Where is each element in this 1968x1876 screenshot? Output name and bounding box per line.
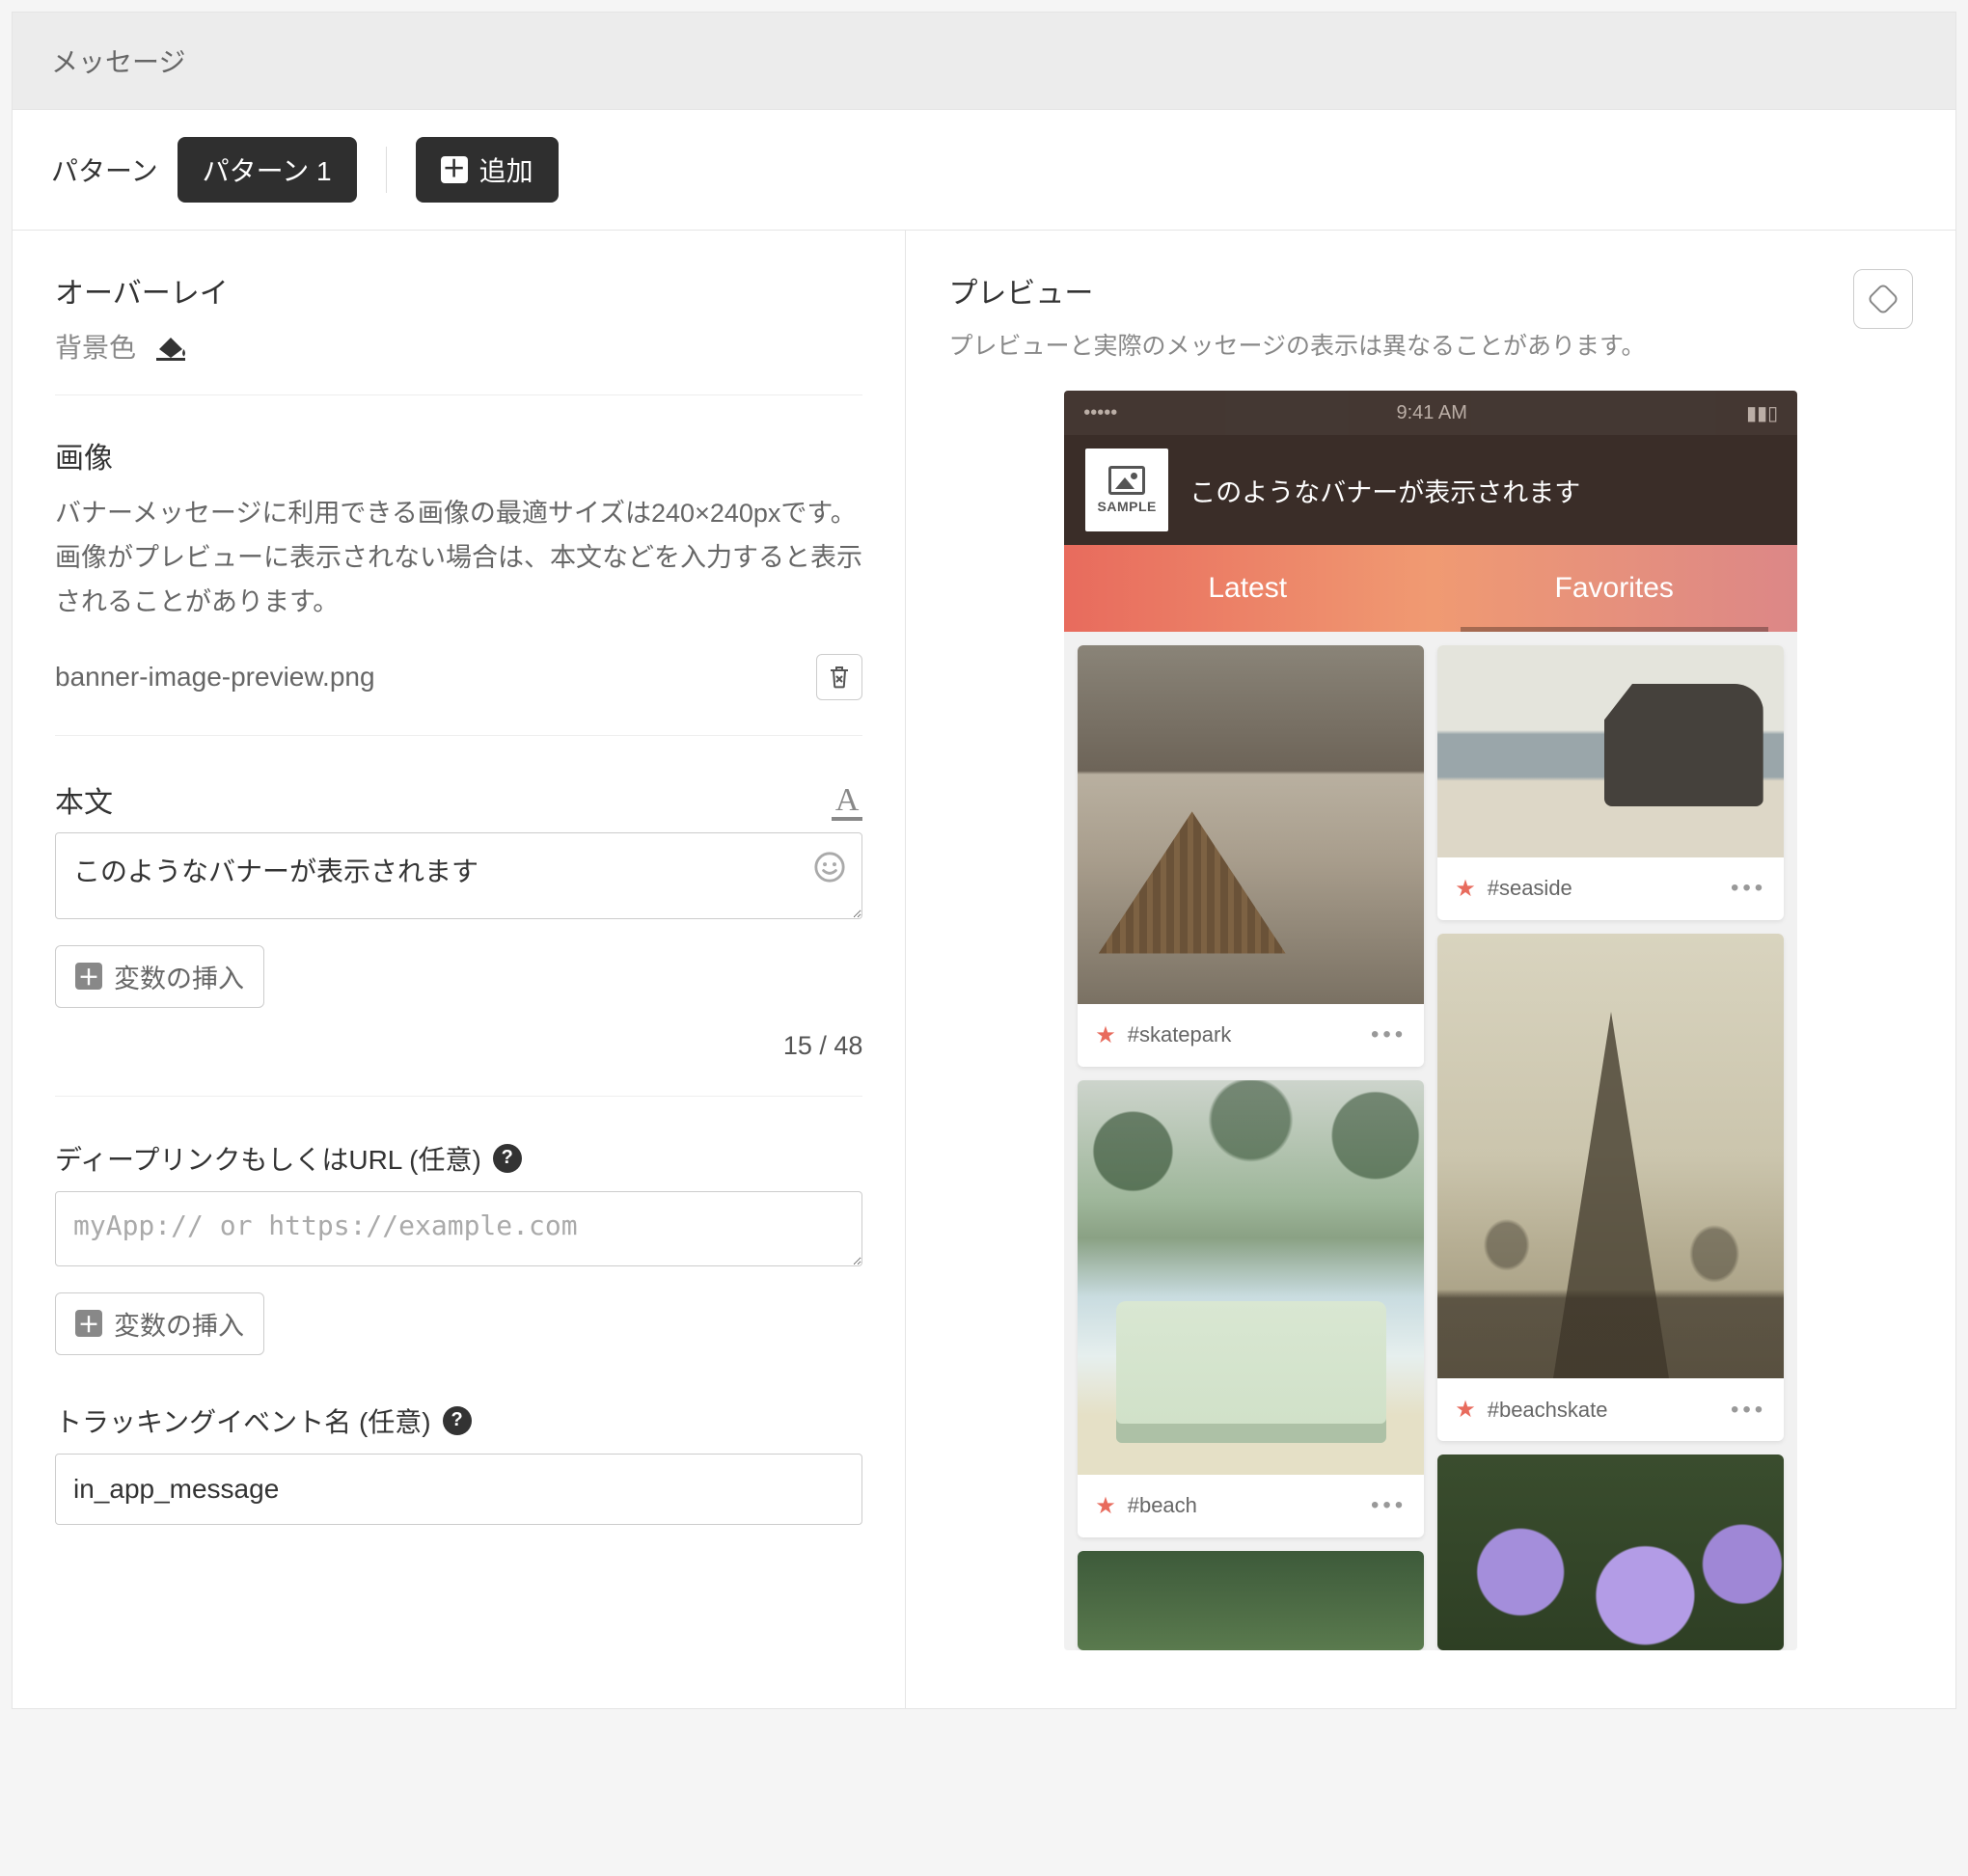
battery-icon: ▮▮▯: [1746, 401, 1778, 425]
toolbar-divider: [386, 147, 387, 193]
card-photo: [1078, 645, 1424, 1004]
image-icon: [1108, 466, 1145, 495]
plus-icon: ＋: [441, 156, 468, 183]
card-tag: #beachskate: [1488, 1398, 1608, 1423]
feed-card: ★ #skatepark •••: [1078, 645, 1424, 1067]
tracking-label: トラッキングイベント名 (任意): [55, 1401, 431, 1440]
fill-color-icon[interactable]: [153, 332, 188, 361]
status-time: 9:41 AM: [1397, 402, 1467, 424]
image-description: バナーメッセージに利用できる画像の最適サイズは240×240pxです。 画像がプ…: [55, 492, 862, 625]
body-section-label: 本文: [55, 778, 113, 821]
sample-tag: SAMPLE: [1098, 499, 1157, 514]
feed-card: [1437, 1455, 1784, 1650]
insert-variable-label: 変数の挿入: [114, 1305, 244, 1343]
pattern-label: パターン: [51, 150, 158, 189]
plus-icon: ＋: [75, 963, 102, 990]
body-textarea[interactable]: [55, 832, 862, 919]
preview-column: プレビュー プレビューと実際のメッセージの表示は異なることがあります。 ••••…: [906, 231, 1955, 1708]
delete-image-button[interactable]: [816, 654, 862, 700]
banner-sample-thumb: SAMPLE: [1085, 449, 1168, 531]
pattern-toolbar: パターン パターン 1 ＋ 追加: [13, 110, 1955, 230]
rotate-preview-button[interactable]: [1853, 269, 1913, 329]
preview-feed: ★ #skatepark ••• ★ #beach ••• ★: [1064, 632, 1797, 1650]
insert-variable-url-button[interactable]: ＋ 変数の挿入: [55, 1292, 264, 1355]
card-photo: [1078, 1080, 1424, 1475]
phone-preview: ••••• 9:41 AM ▮▮▯ SAMPLE このようなバナーが表示されます…: [1064, 391, 1797, 1650]
image-section-label: 画像: [55, 434, 862, 476]
card-photo: [1437, 645, 1784, 857]
more-icon: •••: [1731, 875, 1766, 902]
help-icon[interactable]: ?: [493, 1144, 522, 1173]
card-photo: [1437, 1455, 1784, 1650]
insert-variable-label: 変数の挿入: [114, 958, 244, 995]
message-panel: メッセージ パターン パターン 1 ＋ 追加 オーバーレイ 背景色 画像 バナー…: [12, 12, 1956, 1709]
card-tag: #seaside: [1488, 876, 1572, 901]
card-photo: [1078, 1551, 1424, 1650]
tracking-event-input[interactable]: [55, 1454, 862, 1525]
add-pattern-button[interactable]: ＋ 追加: [416, 137, 559, 203]
trash-icon: [828, 665, 851, 690]
panel-title: メッセージ: [13, 13, 1955, 110]
add-pattern-label: 追加: [479, 150, 533, 189]
insert-variable-body-button[interactable]: ＋ 変数の挿入: [55, 945, 264, 1008]
signal-icon: •••••: [1083, 402, 1117, 424]
more-icon: •••: [1371, 1492, 1407, 1519]
pattern-tab-1[interactable]: パターン 1: [178, 137, 357, 203]
star-icon: ★: [1095, 1492, 1116, 1520]
card-photo: [1437, 934, 1784, 1378]
preview-section-label: プレビュー: [948, 269, 1645, 312]
help-icon[interactable]: ?: [443, 1406, 472, 1435]
star-icon: ★: [1455, 1396, 1476, 1424]
feed-card: [1078, 1551, 1424, 1650]
overlay-section-label: オーバーレイ: [55, 269, 862, 312]
phone-statusbar: ••••• 9:41 AM ▮▮▯: [1064, 391, 1797, 435]
editor-column: オーバーレイ 背景色 画像 バナーメッセージに利用できる画像の最適サイズは240…: [13, 231, 906, 1708]
star-icon: ★: [1095, 1021, 1116, 1049]
card-tag: #skatepark: [1128, 1022, 1232, 1047]
feed-card: ★ #beach •••: [1078, 1080, 1424, 1537]
rotate-icon: [1865, 281, 1901, 317]
more-icon: •••: [1371, 1021, 1407, 1048]
plus-icon: ＋: [75, 1310, 102, 1337]
preview-tabs: Latest Favorites: [1064, 545, 1797, 632]
more-icon: •••: [1731, 1397, 1766, 1424]
text-style-icon[interactable]: A: [832, 784, 863, 821]
image-filename: banner-image-preview.png: [55, 662, 375, 693]
body-char-counter: 15 / 48: [55, 1031, 862, 1097]
feed-card: ★ #seaside •••: [1437, 645, 1784, 920]
banner-text: このようなバナーが表示されます: [1189, 472, 1580, 509]
star-icon: ★: [1455, 875, 1476, 903]
feed-card: ★ #beachskate •••: [1437, 934, 1784, 1441]
deeplink-input[interactable]: [55, 1191, 862, 1266]
emoji-icon[interactable]: [810, 848, 849, 886]
banner-overlay: SAMPLE このようなバナーが表示されます: [1064, 435, 1797, 545]
preview-note: プレビューと実際のメッセージの表示は異なることがあります。: [948, 327, 1645, 362]
bgcolor-label: 背景色: [55, 327, 136, 366]
card-tag: #beach: [1128, 1493, 1197, 1518]
tab-favorites: Favorites: [1431, 545, 1797, 632]
deeplink-label: ディープリンクもしくはURL (任意): [55, 1139, 481, 1178]
tab-latest: Latest: [1064, 545, 1431, 632]
